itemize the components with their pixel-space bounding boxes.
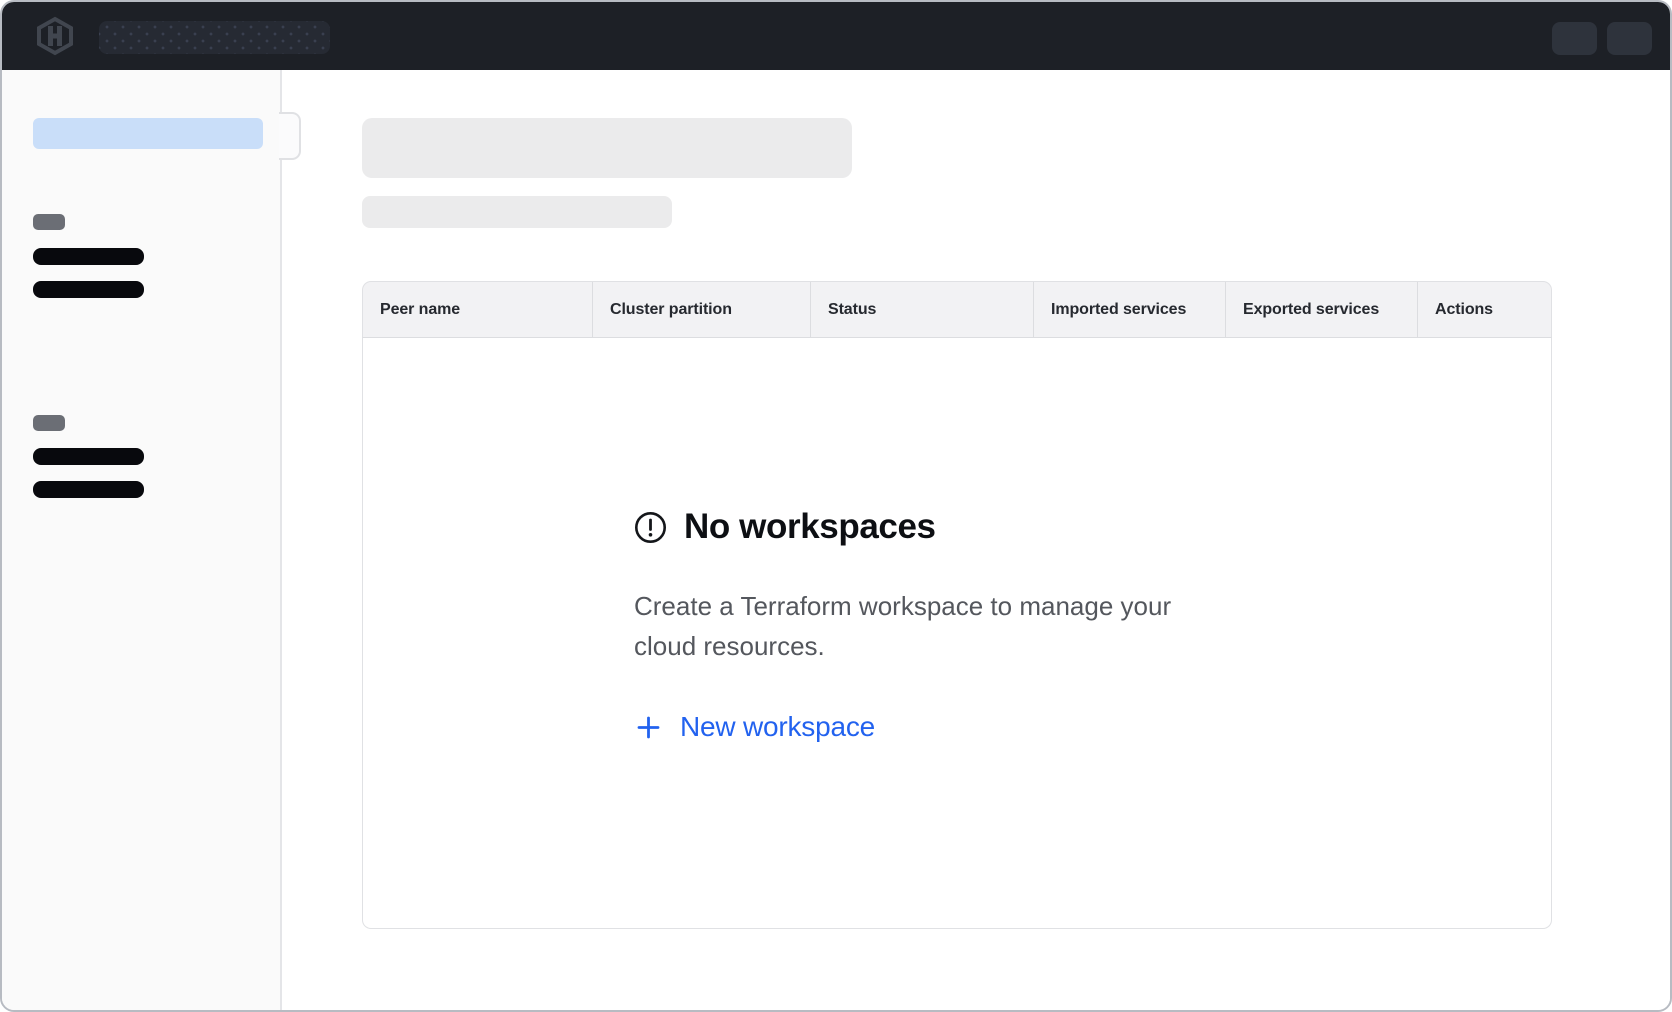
topbar-button-skeleton[interactable] xyxy=(1552,22,1597,55)
new-workspace-button[interactable]: New workspace xyxy=(634,711,875,743)
org-picker-skeleton[interactable] xyxy=(99,21,330,54)
empty-state-title: No workspaces xyxy=(684,505,936,549)
app-body: Peer name Cluster partition Status Impor… xyxy=(2,70,1670,1010)
plus-icon xyxy=(636,715,661,740)
sidebar xyxy=(2,70,282,1010)
new-workspace-label: New workspace xyxy=(680,711,875,743)
topbar xyxy=(2,2,1670,70)
empty-state-header: No workspaces xyxy=(634,505,1234,549)
sidebar-nav-item-skeleton[interactable] xyxy=(33,281,144,298)
table-body: No workspaces Create a Terraform workspa… xyxy=(362,338,1552,929)
sidebar-active-item-skeleton[interactable] xyxy=(33,118,263,149)
main-content: Peer name Cluster partition Status Impor… xyxy=(282,70,1670,1010)
sidebar-section-label-skeleton xyxy=(33,415,65,431)
sidebar-section-label-skeleton xyxy=(33,214,65,230)
column-header-status: Status xyxy=(810,282,1033,337)
sidebar-nav-item-skeleton[interactable] xyxy=(33,248,144,265)
hashicorp-logo-icon xyxy=(35,16,75,56)
column-header-exported-services: Exported services xyxy=(1225,282,1417,337)
page-title-skeleton xyxy=(362,118,852,178)
empty-state: No workspaces Create a Terraform workspa… xyxy=(634,505,1234,743)
peers-table: Peer name Cluster partition Status Impor… xyxy=(362,281,1552,929)
column-header-actions: Actions xyxy=(1417,282,1551,337)
column-header-cluster-partition: Cluster partition xyxy=(592,282,810,337)
topbar-button-skeleton[interactable] xyxy=(1607,22,1652,55)
column-header-peer-name: Peer name xyxy=(363,282,592,337)
table-header-row: Peer name Cluster partition Status Impor… xyxy=(362,281,1552,338)
empty-state-description: Create a Terraform workspace to manage y… xyxy=(634,586,1234,666)
app-window: Peer name Cluster partition Status Impor… xyxy=(0,0,1672,1012)
alert-circle-icon xyxy=(634,511,667,544)
sidebar-nav-item-skeleton[interactable] xyxy=(33,481,144,498)
page-subtitle-skeleton xyxy=(362,196,672,228)
sidebar-collapse-handle[interactable] xyxy=(279,112,301,160)
column-header-imported-services: Imported services xyxy=(1033,282,1225,337)
sidebar-nav-item-skeleton[interactable] xyxy=(33,448,144,465)
